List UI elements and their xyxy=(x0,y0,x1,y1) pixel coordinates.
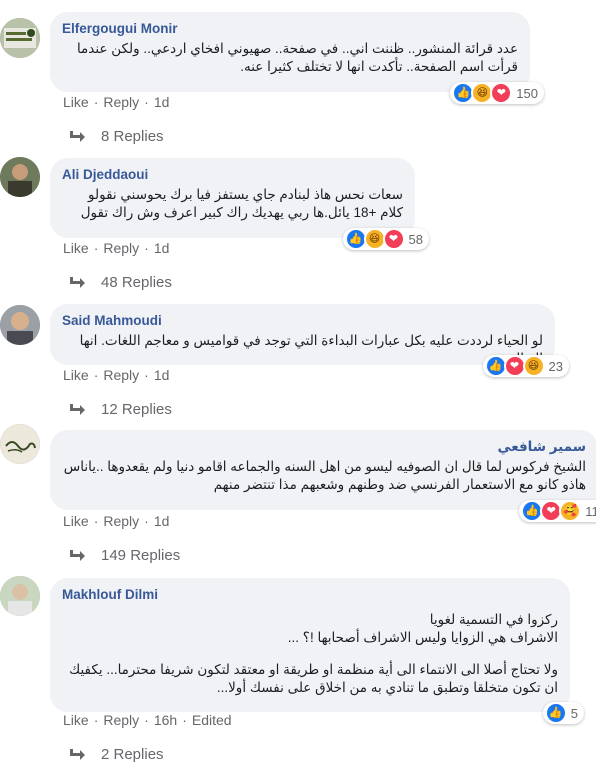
replies-label: 8 Replies xyxy=(101,128,164,145)
reply-button[interactable]: Reply xyxy=(103,94,139,110)
comment-paragraph: سعات نحس هاذ لبنادم جاي يستفز فيا برك يح… xyxy=(80,187,403,220)
reactions-summary[interactable]: 👍 5 xyxy=(542,702,584,724)
timestamp[interactable]: 1d xyxy=(154,367,170,383)
like-reaction-icon: 👍 xyxy=(544,702,567,724)
avatar[interactable] xyxy=(0,18,40,58)
comment-paragraph: الاشراف هي الزوايا وليس الاشراف أصحابها … xyxy=(287,630,558,645)
reactions-summary[interactable]: 👍 ❤ 🥰 118 xyxy=(519,500,596,522)
author-name[interactable]: Said Mahmoudi xyxy=(62,312,543,329)
separator: · xyxy=(93,513,99,529)
comment-bubble: Makhlouf Dilmi ركزوا في التسمية لغويا ال… xyxy=(50,578,584,724)
comment-actions: Like · Reply · 1d xyxy=(63,240,169,256)
reply-arrow-icon xyxy=(70,748,85,760)
avatar[interactable] xyxy=(0,424,40,464)
replies-label: 48 Replies xyxy=(101,274,172,291)
author-name[interactable]: Makhlouf Dilmi xyxy=(62,586,558,603)
view-replies-link[interactable]: 48 Replies xyxy=(68,274,172,291)
love-reaction-icon: ❤ xyxy=(382,228,405,250)
separator: · xyxy=(93,367,99,383)
comment-bubble: Ali Djeddaoui سعات نحس هاذ لبنادم جاي يس… xyxy=(50,158,429,250)
reactions-summary[interactable]: 👍 😆 ❤ 58 xyxy=(342,228,429,250)
comment-actions: Like · Reply · 1d xyxy=(63,513,169,529)
separator: · xyxy=(93,712,99,728)
reply-arrow-icon xyxy=(70,130,85,142)
comment-text: ركزوا في التسمية لغويا الاشراف هي الزواي… xyxy=(62,611,558,697)
timestamp[interactable]: 1d xyxy=(154,94,170,110)
care-reaction-icon: 🥰 xyxy=(559,500,582,522)
comment-paragraph: ركزوا في التسمية لغويا xyxy=(429,612,558,627)
timestamp[interactable]: 1d xyxy=(154,513,170,529)
comment-bubble: Elfergougui Monir عدد قرائة المنشور.. ظن… xyxy=(50,12,544,104)
like-button[interactable]: Like xyxy=(63,367,89,383)
reply-button[interactable]: Reply xyxy=(103,367,139,383)
separator: · xyxy=(182,712,187,728)
comment-paragraph: لو الحياء لرددت عليه بكل عبارات البداءة … xyxy=(79,333,543,366)
separator: · xyxy=(144,367,149,383)
reply-button[interactable]: Reply xyxy=(103,513,139,529)
avatar[interactable] xyxy=(0,576,40,616)
comment-bubble: سمير شافعي الشيخ فركوس لما قال ان الصوفي… xyxy=(50,430,596,522)
reaction-count: 118 xyxy=(585,503,596,519)
reactions-summary[interactable]: 👍 😆 ❤ 150 xyxy=(450,82,544,104)
reaction-count: 58 xyxy=(408,231,423,247)
comment-actions: Like · Reply · 1d xyxy=(63,94,169,110)
reply-arrow-icon xyxy=(70,276,85,288)
reaction-count: 150 xyxy=(516,85,538,101)
separator: · xyxy=(144,712,149,728)
replies-label: 2 Replies xyxy=(101,746,164,763)
love-reaction-icon: ❤ xyxy=(490,82,513,104)
reply-button[interactable]: Reply xyxy=(103,240,139,256)
author-name[interactable]: Ali Djeddaoui xyxy=(62,166,403,183)
comment-text: عدد قرائة المنشور.. ظننت اني.. في صفحة..… xyxy=(62,40,518,76)
author-name[interactable]: سمير شافعي xyxy=(62,438,586,455)
edited-label[interactable]: Edited xyxy=(192,712,232,728)
reaction-count: 5 xyxy=(570,705,578,721)
like-button[interactable]: Like xyxy=(63,712,89,728)
like-button[interactable]: Like xyxy=(63,513,89,529)
comment-paragraph: عدد قرائة المنشور.. ظننت اني.. في صفحة..… xyxy=(76,41,518,74)
avatar[interactable] xyxy=(0,305,40,345)
separator: · xyxy=(144,94,149,110)
separator: · xyxy=(144,513,149,529)
timestamp[interactable]: 16h xyxy=(154,712,177,728)
view-replies-link[interactable]: 12 Replies xyxy=(68,401,172,418)
comment-paragraph: الشيخ فركوس لما قال ان الصوفيه ليسو من ا… xyxy=(63,459,586,492)
replies-label: 149 Replies xyxy=(101,547,181,564)
timestamp[interactable]: 1d xyxy=(154,240,170,256)
reaction-count: 23 xyxy=(548,358,563,374)
replies-label: 12 Replies xyxy=(101,401,172,418)
like-button[interactable]: Like xyxy=(63,94,89,110)
separator: · xyxy=(93,240,99,256)
reply-arrow-icon xyxy=(70,403,85,415)
comment-text: لو الحياء لرددت عليه بكل عبارات البداءة … xyxy=(62,332,543,368)
view-replies-link[interactable]: 8 Replies xyxy=(68,128,164,145)
comment-text: سعات نحس هاذ لبنادم جاي يستفز فيا برك يح… xyxy=(62,186,403,222)
comment-paragraph: ولا تحتاج أصلا الى الانتماء الى أية منظم… xyxy=(69,662,558,695)
separator: · xyxy=(144,240,149,256)
avatar[interactable] xyxy=(0,157,40,197)
author-name[interactable]: Elfergougui Monir xyxy=(62,20,518,37)
comment-text: الشيخ فركوس لما قال ان الصوفيه ليسو من ا… xyxy=(62,458,586,494)
reply-button[interactable]: Reply xyxy=(103,712,139,728)
reply-arrow-icon xyxy=(70,549,85,561)
reactions-summary[interactable]: 👍 ❤ 😆 23 xyxy=(482,355,569,377)
separator: · xyxy=(93,94,99,110)
like-button[interactable]: Like xyxy=(63,240,89,256)
comment-actions: Like · Reply · 16h · Edited xyxy=(63,712,232,728)
view-replies-link[interactable]: 2 Replies xyxy=(68,746,164,763)
view-replies-link[interactable]: 149 Replies xyxy=(68,547,180,564)
comment-actions: Like · Reply · 1d xyxy=(63,367,169,383)
haha-reaction-icon: 😆 xyxy=(522,355,545,377)
comment-bubble: Said Mahmoudi لو الحياء لرددت عليه بكل ع… xyxy=(50,304,569,377)
